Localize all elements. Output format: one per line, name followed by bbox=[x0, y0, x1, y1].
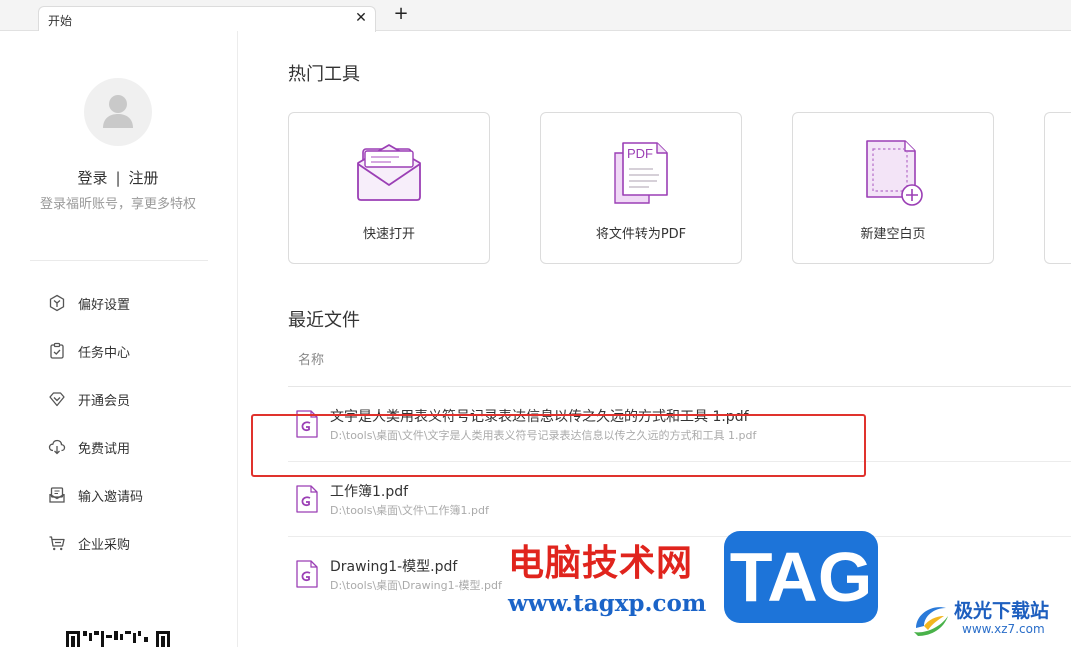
tab-title: 开始 bbox=[48, 14, 73, 28]
sidebar-item-label: 免费试用 bbox=[78, 441, 131, 457]
file-path: D:\tools\桌面\文件\工作簿1.pdf bbox=[330, 504, 489, 517]
tool-card-quick-open[interactable]: 快速打开 bbox=[288, 112, 490, 264]
tool-card-convert-to-pdf[interactable]: PDF 将文件转为PDF bbox=[540, 112, 742, 264]
file-name: 文字是人类用表义符号记录表达信息以传之久远的方式和工具 1.pdf bbox=[330, 409, 749, 425]
pdf-file-icon bbox=[296, 410, 318, 438]
login-link[interactable]: 登录 bbox=[77, 169, 107, 187]
watermark-site-name: 极光下载站 bbox=[954, 600, 1050, 622]
row-divider bbox=[288, 461, 1071, 462]
sidebar-item-label: 企业采购 bbox=[78, 537, 131, 553]
tool-card-more[interactable] bbox=[1044, 112, 1071, 264]
tab-start[interactable]: 开始 ✕ bbox=[38, 6, 376, 32]
recent-files-title: 最近文件 bbox=[288, 310, 360, 331]
sidebar-item-preferences[interactable]: 偏好设置 bbox=[46, 279, 206, 327]
sidebar-item-label: 任务中心 bbox=[78, 345, 131, 361]
file-path: D:\tools\桌面\Drawing1-模型.pdf bbox=[330, 579, 502, 592]
sidebar-item-label: 偏好设置 bbox=[78, 297, 131, 313]
tool-card-new-blank-page[interactable]: 新建空白页 bbox=[792, 112, 994, 264]
invite-code-icon bbox=[46, 484, 68, 506]
tab-bar: 开始 ✕ + bbox=[0, 0, 1071, 32]
sidebar-item-free-trial[interactable]: 免费试用 bbox=[46, 423, 206, 471]
pdf-badge-text: PDF bbox=[627, 146, 653, 161]
sidebar: 登录 | 注册 登录福昕账号，享更多特权 偏好设置 任务中心 开通会员 免费试用… bbox=[0, 31, 238, 647]
enterprise-purchase-icon bbox=[46, 532, 68, 554]
register-link[interactable]: 注册 bbox=[129, 169, 159, 187]
tool-card-label: 快速打开 bbox=[362, 227, 415, 242]
file-name: 工作簿1.pdf bbox=[330, 484, 409, 500]
watermark-site-url: www.xz7.com bbox=[962, 622, 1045, 636]
tool-card-label: 新建空白页 bbox=[860, 227, 926, 242]
file-row[interactable]: 文字是人类用表义符号记录表达信息以传之久远的方式和工具 1.pdf D:\too… bbox=[288, 388, 1071, 460]
sidebar-item-invite-code[interactable]: 输入邀请码 bbox=[46, 471, 206, 519]
sidebar-item-task-center[interactable]: 任务中心 bbox=[46, 327, 206, 375]
login-subtitle: 登录福昕账号，享更多特权 bbox=[39, 197, 196, 212]
sidebar-item-membership[interactable]: 开通会员 bbox=[46, 375, 206, 423]
new-blank-page-icon bbox=[866, 140, 923, 206]
pdf-file-icon bbox=[296, 560, 318, 588]
new-tab-button[interactable]: + bbox=[392, 5, 410, 23]
task-center-icon bbox=[46, 340, 68, 362]
file-name: Drawing1-模型.pdf bbox=[330, 559, 458, 575]
quick-open-icon bbox=[357, 144, 421, 201]
sidebar-item-enterprise-purchase[interactable]: 企业采购 bbox=[46, 519, 206, 567]
membership-icon bbox=[46, 388, 68, 410]
header-divider bbox=[288, 386, 1071, 387]
login-register-row: 登录 | 注册 bbox=[0, 167, 236, 188]
close-tab-icon[interactable]: ✕ bbox=[353, 10, 369, 26]
pdf-file-icon bbox=[296, 485, 318, 513]
user-icon bbox=[103, 95, 133, 128]
sidebar-divider bbox=[30, 260, 208, 261]
hot-tools-title: 热门工具 bbox=[288, 64, 360, 85]
avatar[interactable] bbox=[84, 78, 152, 146]
aurora-logo-icon bbox=[914, 607, 948, 636]
preferences-icon bbox=[46, 292, 68, 314]
file-row[interactable]: 工作簿1.pdf D:\tools\桌面\文件\工作簿1.pdf bbox=[288, 463, 1071, 535]
column-header-name[interactable]: 名称 bbox=[298, 349, 324, 368]
free-trial-icon bbox=[46, 436, 68, 458]
sidebar-item-label: 开通会员 bbox=[78, 393, 131, 409]
login-separator: | bbox=[115, 169, 121, 187]
qr-code bbox=[66, 631, 170, 647]
sidebar-item-label: 输入邀请码 bbox=[78, 489, 144, 505]
file-path: D:\tools\桌面\文件\文字是人类用表义符号记录表达信息以传之久远的方式和… bbox=[330, 429, 757, 442]
tool-card-label: 将文件转为PDF bbox=[595, 227, 687, 242]
sidebar-menu: 偏好设置 任务中心 开通会员 免费试用 输入邀请码 企业采购 bbox=[46, 279, 206, 567]
watermark-tag-logo: TAG bbox=[724, 531, 878, 623]
watermark-cn-text: 电脑技术网 bbox=[508, 543, 694, 584]
watermark-site-logo: 极光下载站 www.xz7.com bbox=[910, 596, 1070, 642]
watermark-url: www.tagxp.com bbox=[508, 590, 707, 617]
